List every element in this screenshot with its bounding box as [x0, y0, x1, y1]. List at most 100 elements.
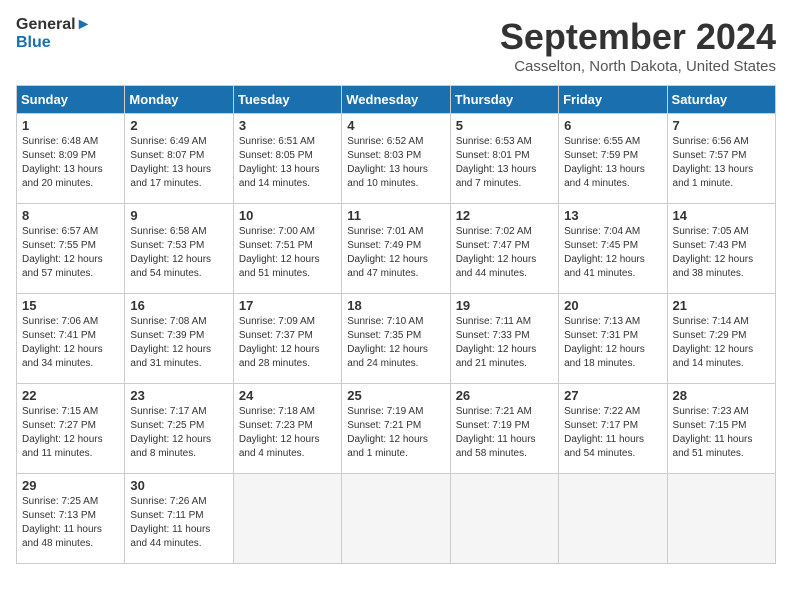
day-number: 17: [239, 298, 336, 313]
day-number: 16: [130, 298, 227, 313]
calendar-cell: 25 Sunrise: 7:19 AMSunset: 7:21 PMDaylig…: [342, 384, 450, 474]
day-info: Sunrise: 7:14 AMSunset: 7:29 PMDaylight:…: [673, 316, 754, 369]
calendar-cell: 24 Sunrise: 7:18 AMSunset: 7:23 PMDaylig…: [233, 384, 341, 474]
calendar-cell: [667, 474, 775, 564]
day-info: Sunrise: 7:18 AMSunset: 7:23 PMDaylight:…: [239, 406, 320, 459]
day-info: Sunrise: 7:19 AMSunset: 7:21 PMDaylight:…: [347, 406, 428, 459]
day-number: 21: [673, 298, 770, 313]
day-number: 1: [22, 118, 119, 133]
day-number: 5: [456, 118, 553, 133]
calendar-cell: 20 Sunrise: 7:13 AMSunset: 7:31 PMDaylig…: [559, 294, 667, 384]
calendar-cell: 13 Sunrise: 7:04 AMSunset: 7:45 PMDaylig…: [559, 204, 667, 294]
day-info: Sunrise: 7:26 AMSunset: 7:11 PMDaylight:…: [130, 496, 210, 549]
calendar-cell: 11 Sunrise: 7:01 AMSunset: 7:49 PMDaylig…: [342, 204, 450, 294]
day-number: 15: [22, 298, 119, 313]
day-info: Sunrise: 7:04 AMSunset: 7:45 PMDaylight:…: [564, 226, 645, 279]
calendar-week-row: 1 Sunrise: 6:48 AMSunset: 8:09 PMDayligh…: [17, 114, 776, 204]
weekday-header-monday: Monday: [125, 86, 233, 114]
calendar-table: SundayMondayTuesdayWednesdayThursdayFrid…: [16, 85, 776, 564]
day-info: Sunrise: 6:52 AMSunset: 8:03 PMDaylight:…: [347, 136, 428, 189]
day-info: Sunrise: 7:00 AMSunset: 7:51 PMDaylight:…: [239, 226, 320, 279]
day-info: Sunrise: 6:51 AMSunset: 8:05 PMDaylight:…: [239, 136, 320, 189]
calendar-cell: 2 Sunrise: 6:49 AMSunset: 8:07 PMDayligh…: [125, 114, 233, 204]
day-info: Sunrise: 7:05 AMSunset: 7:43 PMDaylight:…: [673, 226, 754, 279]
calendar-cell: 8 Sunrise: 6:57 AMSunset: 7:55 PMDayligh…: [17, 204, 125, 294]
calendar-week-row: 15 Sunrise: 7:06 AMSunset: 7:41 PMDaylig…: [17, 294, 776, 384]
day-number: 30: [130, 478, 227, 493]
calendar-cell: [342, 474, 450, 564]
weekday-header-friday: Friday: [559, 86, 667, 114]
day-info: Sunrise: 7:06 AMSunset: 7:41 PMDaylight:…: [22, 316, 103, 369]
calendar-week-row: 22 Sunrise: 7:15 AMSunset: 7:27 PMDaylig…: [17, 384, 776, 474]
calendar-cell: 7 Sunrise: 6:56 AMSunset: 7:57 PMDayligh…: [667, 114, 775, 204]
day-number: 7: [673, 118, 770, 133]
day-info: Sunrise: 7:25 AMSunset: 7:13 PMDaylight:…: [22, 496, 102, 549]
day-number: 12: [456, 208, 553, 223]
calendar-cell: 26 Sunrise: 7:21 AMSunset: 7:19 PMDaylig…: [450, 384, 558, 474]
calendar-cell: 17 Sunrise: 7:09 AMSunset: 7:37 PMDaylig…: [233, 294, 341, 384]
day-number: 24: [239, 388, 336, 403]
calendar-cell: 1 Sunrise: 6:48 AMSunset: 8:09 PMDayligh…: [17, 114, 125, 204]
calendar-week-row: 29 Sunrise: 7:25 AMSunset: 7:13 PMDaylig…: [17, 474, 776, 564]
calendar-cell: [450, 474, 558, 564]
logo: General► Blue: [16, 16, 91, 51]
calendar-cell: 19 Sunrise: 7:11 AMSunset: 7:33 PMDaylig…: [450, 294, 558, 384]
day-info: Sunrise: 7:11 AMSunset: 7:33 PMDaylight:…: [456, 316, 537, 369]
weekday-header-saturday: Saturday: [667, 86, 775, 114]
calendar-cell: 12 Sunrise: 7:02 AMSunset: 7:47 PMDaylig…: [450, 204, 558, 294]
calendar-cell: 16 Sunrise: 7:08 AMSunset: 7:39 PMDaylig…: [125, 294, 233, 384]
day-number: 3: [239, 118, 336, 133]
day-info: Sunrise: 6:56 AMSunset: 7:57 PMDaylight:…: [673, 136, 754, 189]
day-number: 29: [22, 478, 119, 493]
day-number: 26: [456, 388, 553, 403]
day-info: Sunrise: 7:13 AMSunset: 7:31 PMDaylight:…: [564, 316, 645, 369]
day-number: 6: [564, 118, 661, 133]
day-info: Sunrise: 6:48 AMSunset: 8:09 PMDaylight:…: [22, 136, 103, 189]
day-number: 27: [564, 388, 661, 403]
day-info: Sunrise: 7:21 AMSunset: 7:19 PMDaylight:…: [456, 406, 536, 459]
day-info: Sunrise: 7:02 AMSunset: 7:47 PMDaylight:…: [456, 226, 537, 279]
day-number: 9: [130, 208, 227, 223]
calendar-cell: 4 Sunrise: 6:52 AMSunset: 8:03 PMDayligh…: [342, 114, 450, 204]
calendar-cell: 18 Sunrise: 7:10 AMSunset: 7:35 PMDaylig…: [342, 294, 450, 384]
calendar-cell: 15 Sunrise: 7:06 AMSunset: 7:41 PMDaylig…: [17, 294, 125, 384]
weekday-header-thursday: Thursday: [450, 86, 558, 114]
calendar-cell: 29 Sunrise: 7:25 AMSunset: 7:13 PMDaylig…: [17, 474, 125, 564]
day-info: Sunrise: 6:55 AMSunset: 7:59 PMDaylight:…: [564, 136, 645, 189]
day-info: Sunrise: 6:53 AMSunset: 8:01 PMDaylight:…: [456, 136, 537, 189]
calendar-cell: 27 Sunrise: 7:22 AMSunset: 7:17 PMDaylig…: [559, 384, 667, 474]
calendar-cell: 28 Sunrise: 7:23 AMSunset: 7:15 PMDaylig…: [667, 384, 775, 474]
title-area: September 2024 Casselton, North Dakota, …: [500, 16, 776, 75]
day-info: Sunrise: 7:08 AMSunset: 7:39 PMDaylight:…: [130, 316, 211, 369]
day-number: 14: [673, 208, 770, 223]
page-header: General► Blue September 2024 Casselton, …: [16, 16, 776, 75]
day-number: 10: [239, 208, 336, 223]
day-number: 28: [673, 388, 770, 403]
day-info: Sunrise: 7:17 AMSunset: 7:25 PMDaylight:…: [130, 406, 211, 459]
day-info: Sunrise: 7:09 AMSunset: 7:37 PMDaylight:…: [239, 316, 320, 369]
day-info: Sunrise: 6:57 AMSunset: 7:55 PMDaylight:…: [22, 226, 103, 279]
calendar-cell: 23 Sunrise: 7:17 AMSunset: 7:25 PMDaylig…: [125, 384, 233, 474]
calendar-cell: 5 Sunrise: 6:53 AMSunset: 8:01 PMDayligh…: [450, 114, 558, 204]
calendar-cell: 22 Sunrise: 7:15 AMSunset: 7:27 PMDaylig…: [17, 384, 125, 474]
day-number: 18: [347, 298, 444, 313]
day-info: Sunrise: 7:22 AMSunset: 7:17 PMDaylight:…: [564, 406, 644, 459]
day-info: Sunrise: 7:23 AMSunset: 7:15 PMDaylight:…: [673, 406, 753, 459]
calendar-week-row: 8 Sunrise: 6:57 AMSunset: 7:55 PMDayligh…: [17, 204, 776, 294]
calendar-cell: 6 Sunrise: 6:55 AMSunset: 7:59 PMDayligh…: [559, 114, 667, 204]
day-number: 25: [347, 388, 444, 403]
day-number: 11: [347, 208, 444, 223]
logo-text: General► Blue: [16, 16, 91, 51]
day-info: Sunrise: 7:15 AMSunset: 7:27 PMDaylight:…: [22, 406, 103, 459]
day-number: 2: [130, 118, 227, 133]
day-number: 19: [456, 298, 553, 313]
weekday-header-sunday: Sunday: [17, 86, 125, 114]
calendar-cell: [559, 474, 667, 564]
day-number: 20: [564, 298, 661, 313]
day-info: Sunrise: 7:01 AMSunset: 7:49 PMDaylight:…: [347, 226, 428, 279]
weekday-header-wednesday: Wednesday: [342, 86, 450, 114]
month-title: September 2024: [500, 16, 776, 58]
day-number: 22: [22, 388, 119, 403]
calendar-cell: 10 Sunrise: 7:00 AMSunset: 7:51 PMDaylig…: [233, 204, 341, 294]
day-number: 8: [22, 208, 119, 223]
